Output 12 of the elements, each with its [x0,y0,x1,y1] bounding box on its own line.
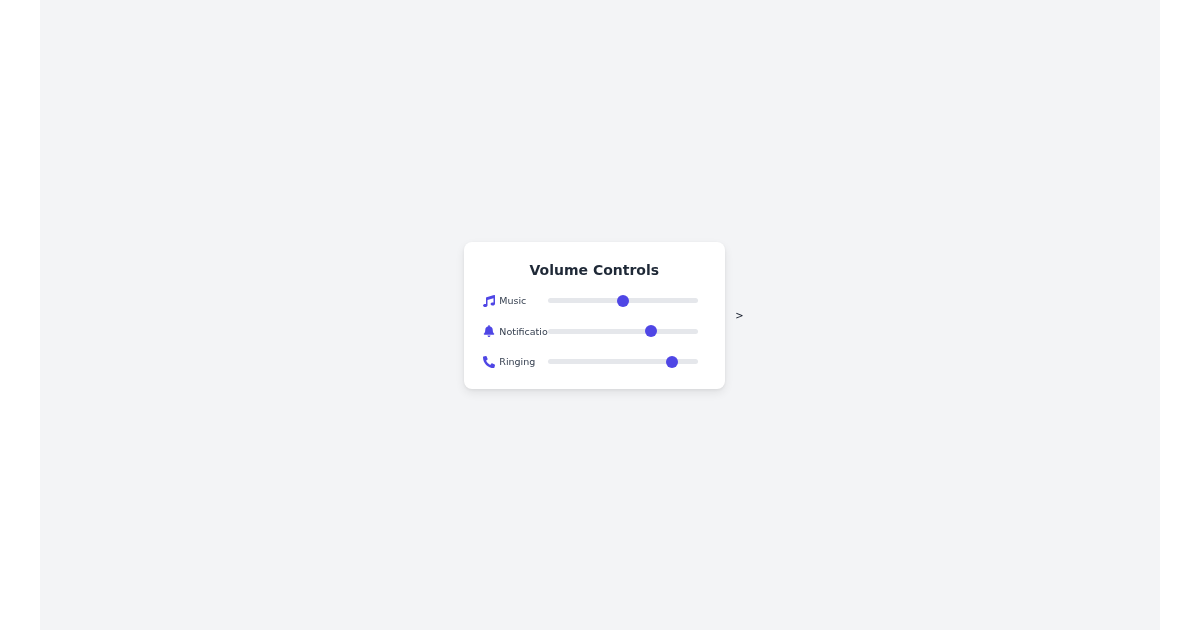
channel-label: Notificatio [499,325,548,337]
volume-slider-track[interactable] [548,328,699,334]
music-note-icon [483,294,496,307]
slider-thumb[interactable] [617,294,630,307]
slider-thumb[interactable] [665,355,678,368]
card-title: Volume Controls [529,260,660,279]
greater-than-sign: > [735,309,744,321]
slider-thumb[interactable] [644,325,657,337]
bell-icon [483,325,496,337]
phone-icon [483,355,496,368]
channel-label: Music [499,295,527,306]
channel-label: Ringing [499,356,536,367]
